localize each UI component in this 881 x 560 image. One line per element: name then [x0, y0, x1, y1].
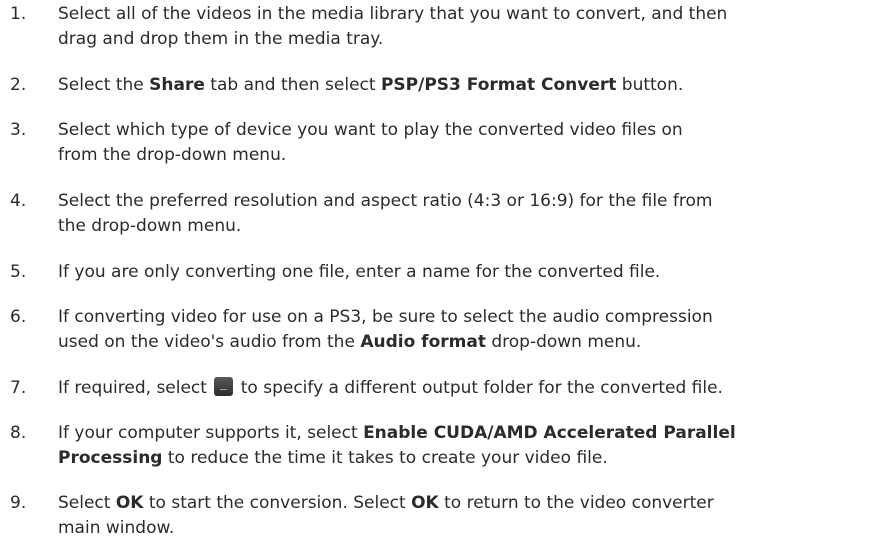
audio-format-label: Audio format [360, 332, 486, 352]
step-number: 8. [10, 423, 27, 443]
share-tab-label: Share [149, 75, 205, 95]
step-text: If your computer supports it, select Ena… [58, 423, 736, 468]
step-text: If required, select to specify a differe… [58, 377, 723, 398]
step-number: 4. [10, 191, 27, 211]
step-number: 3. [10, 120, 27, 140]
step-number: 2. [10, 75, 27, 95]
cuda-option-label-cont: Processing [58, 448, 163, 468]
folder-browse-icon [214, 377, 234, 396]
step-text: If converting video for use on a PS3, be… [58, 307, 713, 352]
step-text: Select which type of device you want to … [58, 120, 683, 165]
step-text: Select OK to start the conversion. Selec… [58, 493, 714, 538]
step-number: 5. [10, 262, 27, 282]
step-text: Select the Share tab and then select PSP… [58, 75, 684, 95]
ok-label: OK [115, 493, 144, 513]
step-text: Select all of the videos in the media li… [58, 4, 728, 49]
step-number: 1. [10, 4, 27, 24]
step-number: 6. [10, 307, 27, 327]
ok-label: OK [411, 493, 439, 513]
format-convert-button-label: PSP/PS3 Format Convert [380, 75, 617, 95]
step-number: 9. [10, 493, 27, 513]
cuda-option-label: Enable CUDA/AMD Accelerated Parallel [363, 423, 736, 443]
step-number: 7. [10, 378, 27, 398]
step-text: If you are only converting one file, ent… [58, 262, 661, 282]
step-text: Select the preferred resolution and aspe… [58, 191, 713, 236]
